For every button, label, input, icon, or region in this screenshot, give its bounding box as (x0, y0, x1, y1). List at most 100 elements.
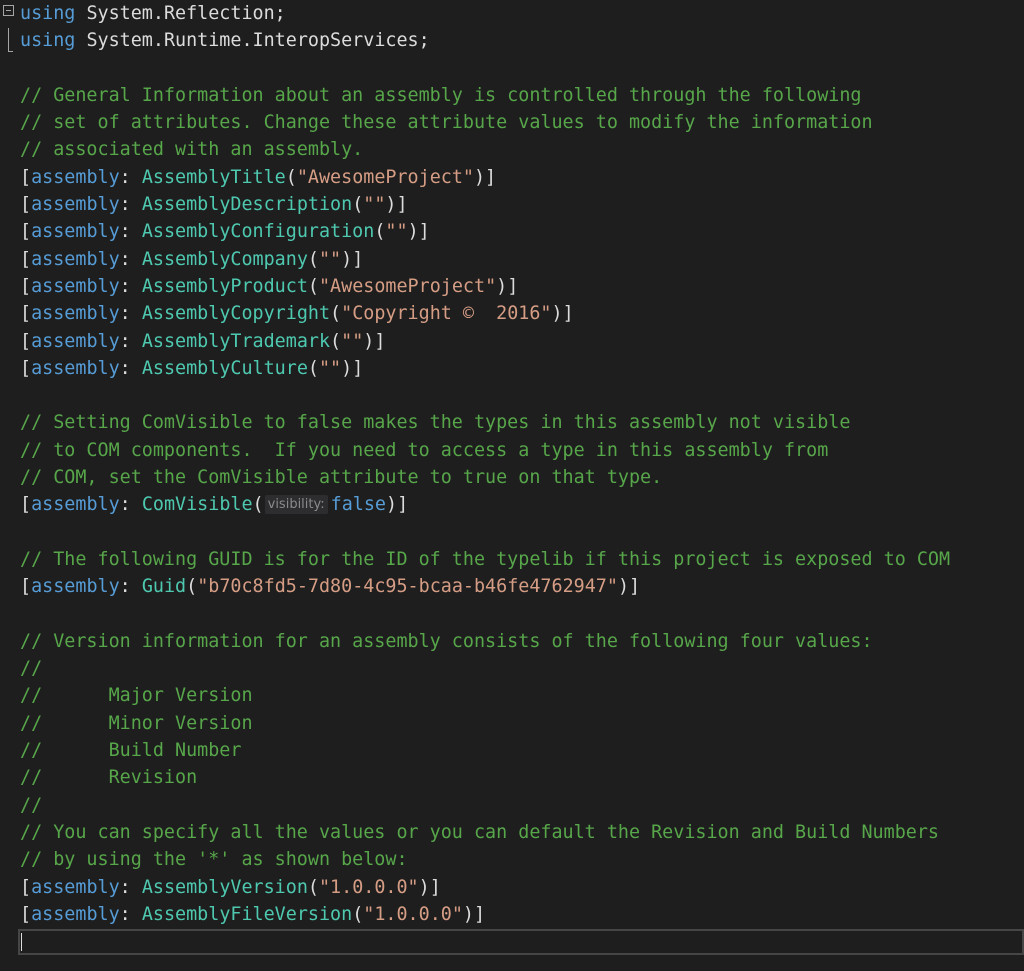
code-line[interactable]: using System.Reflection; (20, 0, 1024, 27)
punctuation-token: [ (20, 576, 32, 598)
code-line[interactable]: [assembly: AssemblyVersion("1.0.0.0")] (20, 874, 1024, 901)
punctuation-token: : (119, 248, 142, 270)
punctuation-token: )] (341, 248, 364, 270)
code-line[interactable]: // set of attributes. Change these attri… (20, 109, 1024, 136)
type-token: AssemblyFileVersion (141, 903, 353, 925)
code-line[interactable]: // COM, set the ComVisible attribute to … (20, 464, 1024, 491)
code-line[interactable]: // Setting ComVisible to false makes the… (20, 409, 1024, 436)
punctuation-token: )] (473, 166, 497, 188)
keyword-token: assembly (31, 576, 120, 598)
string-token: "AwesomeProject" (318, 275, 497, 297)
code-line[interactable] (20, 519, 1024, 546)
code-editor[interactable]: using System.Reflection; using System.Run… (0, 0, 1024, 971)
punctuation-token: : (119, 330, 142, 352)
code-line[interactable] (20, 55, 1024, 82)
type-token: AssemblyCopyright (141, 303, 331, 325)
punctuation-token: : (119, 357, 142, 379)
keyword-token: assembly (31, 876, 120, 898)
code-line[interactable]: [assembly: AssemblyFileVersion("1.0.0.0"… (20, 901, 1024, 928)
type-token: ComVisible (141, 494, 253, 516)
type-token: AssemblyCompany (141, 248, 308, 270)
comment-token: // Version information for an assembly c… (20, 630, 873, 652)
code-line[interactable]: [assembly: Guid("b70c8fd5-7d80-4c95-bcaa… (20, 573, 1024, 600)
comment-token: // The following GUID is for the ID of t… (20, 548, 951, 570)
string-token: "Copyright © 2016" (341, 303, 552, 325)
punctuation-token: ( (352, 194, 364, 216)
string-token: "1.0.0.0" (363, 903, 463, 925)
punctuation-token: ( (307, 248, 319, 270)
code-line[interactable]: // by using the '*' as shown below: (20, 846, 1024, 873)
code-line[interactable]: // associated with an assembly. (20, 136, 1024, 163)
code-line[interactable]: using System.Runtime.InteropServices; (20, 27, 1024, 54)
type-token: AssemblyVersion (141, 876, 308, 898)
code-line[interactable]: [assembly: AssemblyCopyright("Copyright … (20, 300, 1024, 327)
code-line[interactable] (20, 601, 1024, 628)
punctuation-token: [ (20, 166, 32, 188)
collapse-region-icon[interactable] (3, 5, 14, 16)
current-line-highlight (18, 929, 1024, 955)
code-line[interactable]: // Build Number (20, 737, 1024, 764)
comment-token: // (20, 658, 43, 680)
code-line[interactable]: [assembly: AssemblyConfiguration("")] (20, 218, 1024, 245)
code-line[interactable]: [assembly: AssemblyDescription("")] (20, 191, 1024, 218)
parameter-hint: visibility: (264, 494, 328, 514)
keyword-token: assembly (31, 330, 120, 352)
keyword-token: assembly (31, 275, 120, 297)
punctuation-token: System.Reflection; (75, 3, 286, 24)
code-line[interactable]: [assembly: ComVisible(visibility: false)] (20, 491, 1024, 518)
code-line[interactable]: // General Information about an assembly… (20, 82, 1024, 109)
string-token: "AwesomeProject" (296, 166, 474, 188)
comment-token: // Setting ComVisible to false makes the… (20, 412, 851, 434)
code-line[interactable]: // (20, 655, 1024, 682)
code-line[interactable]: [assembly: AssemblyProduct("AwesomeProje… (20, 273, 1024, 300)
text-caret (21, 933, 22, 951)
punctuation-token: : (119, 166, 142, 188)
punctuation-token: ( (330, 303, 342, 325)
comment-token: // (20, 794, 43, 816)
code-line[interactable]: // Major Version (20, 682, 1024, 709)
code-line[interactable]: [assembly: AssemblyCompany("")] (20, 246, 1024, 273)
punctuation-token: System.Runtime.InteropServices; (75, 30, 430, 52)
keyword-token: assembly (31, 194, 120, 216)
punctuation-token: )] (386, 494, 409, 516)
type-token: AssemblyConfiguration (141, 221, 375, 243)
code-line[interactable] (20, 382, 1024, 409)
keyword-token: assembly (31, 303, 120, 325)
comment-token: // Major Version (20, 685, 253, 707)
code-line[interactable]: // Version information for an assembly c… (20, 628, 1024, 655)
code-line[interactable]: [assembly: AssemblyTrademark("")] (20, 328, 1024, 355)
punctuation-token: ( (330, 330, 342, 352)
comment-token: // Build Number (20, 740, 242, 762)
code-line[interactable]: // You can specify all the values or you… (20, 819, 1024, 846)
keyword-token: using (20, 30, 76, 52)
code-line[interactable]: // Minor Version (20, 710, 1024, 737)
code-line[interactable]: [assembly: AssemblyTitle("AwesomeProject… (20, 164, 1024, 191)
type-token: AssemblyTitle (141, 166, 286, 188)
punctuation-token: [ (20, 248, 32, 270)
punctuation-token: )] (617, 576, 641, 598)
comment-token: // You can specify all the values or you… (20, 821, 939, 843)
punctuation-token: )] (363, 330, 386, 352)
punctuation-token: [ (20, 330, 32, 352)
punctuation-token: [ (20, 494, 32, 516)
code-line[interactable]: // The following GUID is for the ID of t… (20, 546, 1024, 573)
punctuation-token: : (119, 903, 142, 925)
code-line[interactable]: [assembly: AssemblyCulture("")] (20, 355, 1024, 382)
string-token: "" (363, 194, 386, 216)
string-token: "" (385, 221, 408, 243)
punctuation-token: [ (20, 194, 32, 216)
code-line[interactable]: // (20, 792, 1024, 819)
code-text-area[interactable]: using System.Reflection; using System.Run… (20, 0, 1024, 955)
code-line[interactable]: // Revision (20, 764, 1024, 791)
code-line[interactable]: // to COM components. If you need to acc… (20, 437, 1024, 464)
punctuation-token: )] (418, 876, 441, 898)
comment-token: // Revision (20, 767, 198, 789)
punctuation-token: )] (496, 275, 519, 297)
string-token: "1.0.0.0" (318, 876, 419, 898)
punctuation-token: [ (20, 876, 32, 898)
type-token: Guid (141, 576, 187, 598)
punctuation-token: )] (385, 194, 408, 216)
punctuation-token: [ (20, 903, 32, 925)
fold-region-line (8, 28, 13, 52)
type-token: AssemblyCulture (141, 357, 308, 379)
